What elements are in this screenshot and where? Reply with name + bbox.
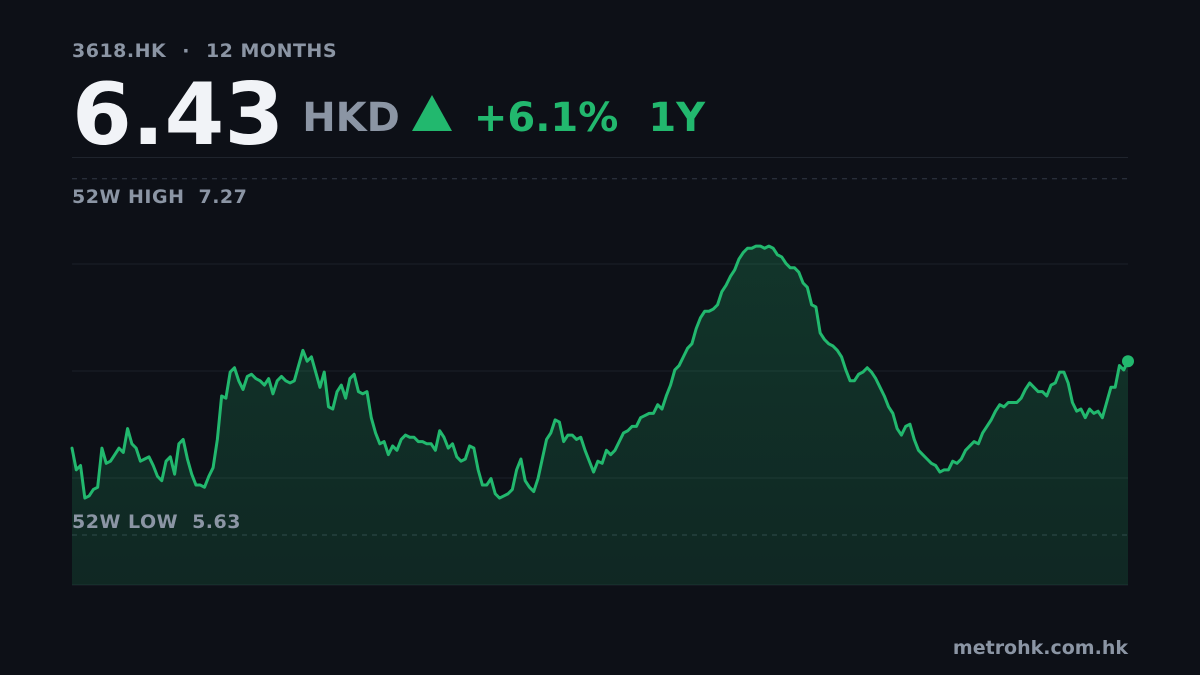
high-52w-label: 52W HIGH 7.27 xyxy=(72,186,247,208)
site-watermark: metrohk.com.hk xyxy=(952,637,1128,659)
low-52w-value: 5.63 xyxy=(192,511,241,533)
low-52w-label: 52W LOW 5.63 xyxy=(72,511,241,533)
high-52w-name: 52W HIGH xyxy=(72,186,185,208)
price-chart xyxy=(70,178,1134,586)
high-52w-value: 7.27 xyxy=(198,186,248,208)
last-price-point xyxy=(1122,355,1134,368)
low-52w-name: 52W LOW xyxy=(72,511,179,533)
price-area xyxy=(72,246,1128,585)
